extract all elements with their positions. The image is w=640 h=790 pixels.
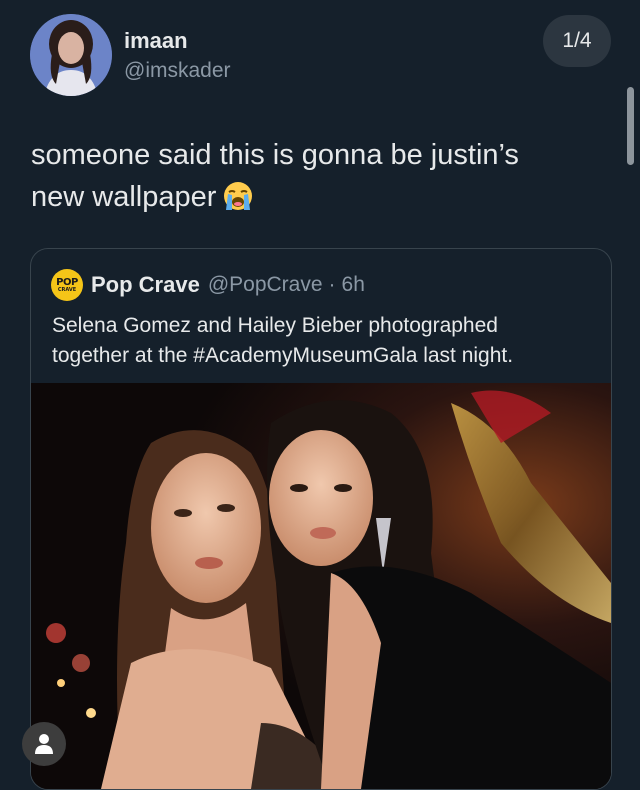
quoted-tweet-photo[interactable] [31, 383, 611, 789]
tweet-text-line-2: new wallpaper [31, 176, 611, 218]
logo-text-bottom: CRAVE [57, 286, 77, 293]
profile-button[interactable] [22, 722, 66, 766]
person-icon [35, 734, 53, 754]
quoted-meta-separator: · [328, 273, 336, 296]
author-avatar[interactable] [30, 14, 112, 96]
pop-crave-logo-icon: POP CRAVE [51, 269, 83, 301]
avatar-image [30, 14, 112, 96]
quoted-author-handle[interactable]: @PopCrave [208, 273, 323, 297]
logo-text-top: POP [56, 276, 78, 288]
photo-illustration [31, 383, 611, 789]
scrollbar-thumb[interactable] [627, 87, 634, 165]
tweet-text: someone said this is gonna be justin’s n… [31, 134, 611, 218]
quoted-text-line-2: together at the #AcademyMuseumGala last … [52, 344, 514, 367]
quoted-tweet-card[interactable]: POP CRAVE Pop Crave @PopCrave · 6h Selen… [30, 248, 612, 790]
loudly-crying-face-icon [224, 182, 253, 210]
quoted-tweet-header: POP CRAVE Pop Crave @PopCrave · 6h [51, 269, 365, 301]
tweet-text-line-2-words: new wallpaper [31, 181, 217, 213]
author-handle[interactable]: @imskader [124, 59, 231, 83]
quoted-timestamp[interactable]: 6h [342, 273, 365, 297]
author-display-name[interactable]: imaan [124, 28, 188, 54]
quoted-text-line-1: Selena Gomez and Hailey Bieber photograp… [52, 314, 498, 337]
image-pager-indicator: 1/4 [543, 15, 611, 67]
tweet-text-line-1: someone said this is gonna be justin’s [31, 139, 519, 171]
quoted-author-name[interactable]: Pop Crave [91, 272, 200, 298]
quoted-tweet-text: Selena Gomez and Hailey Bieber photograp… [52, 311, 597, 371]
